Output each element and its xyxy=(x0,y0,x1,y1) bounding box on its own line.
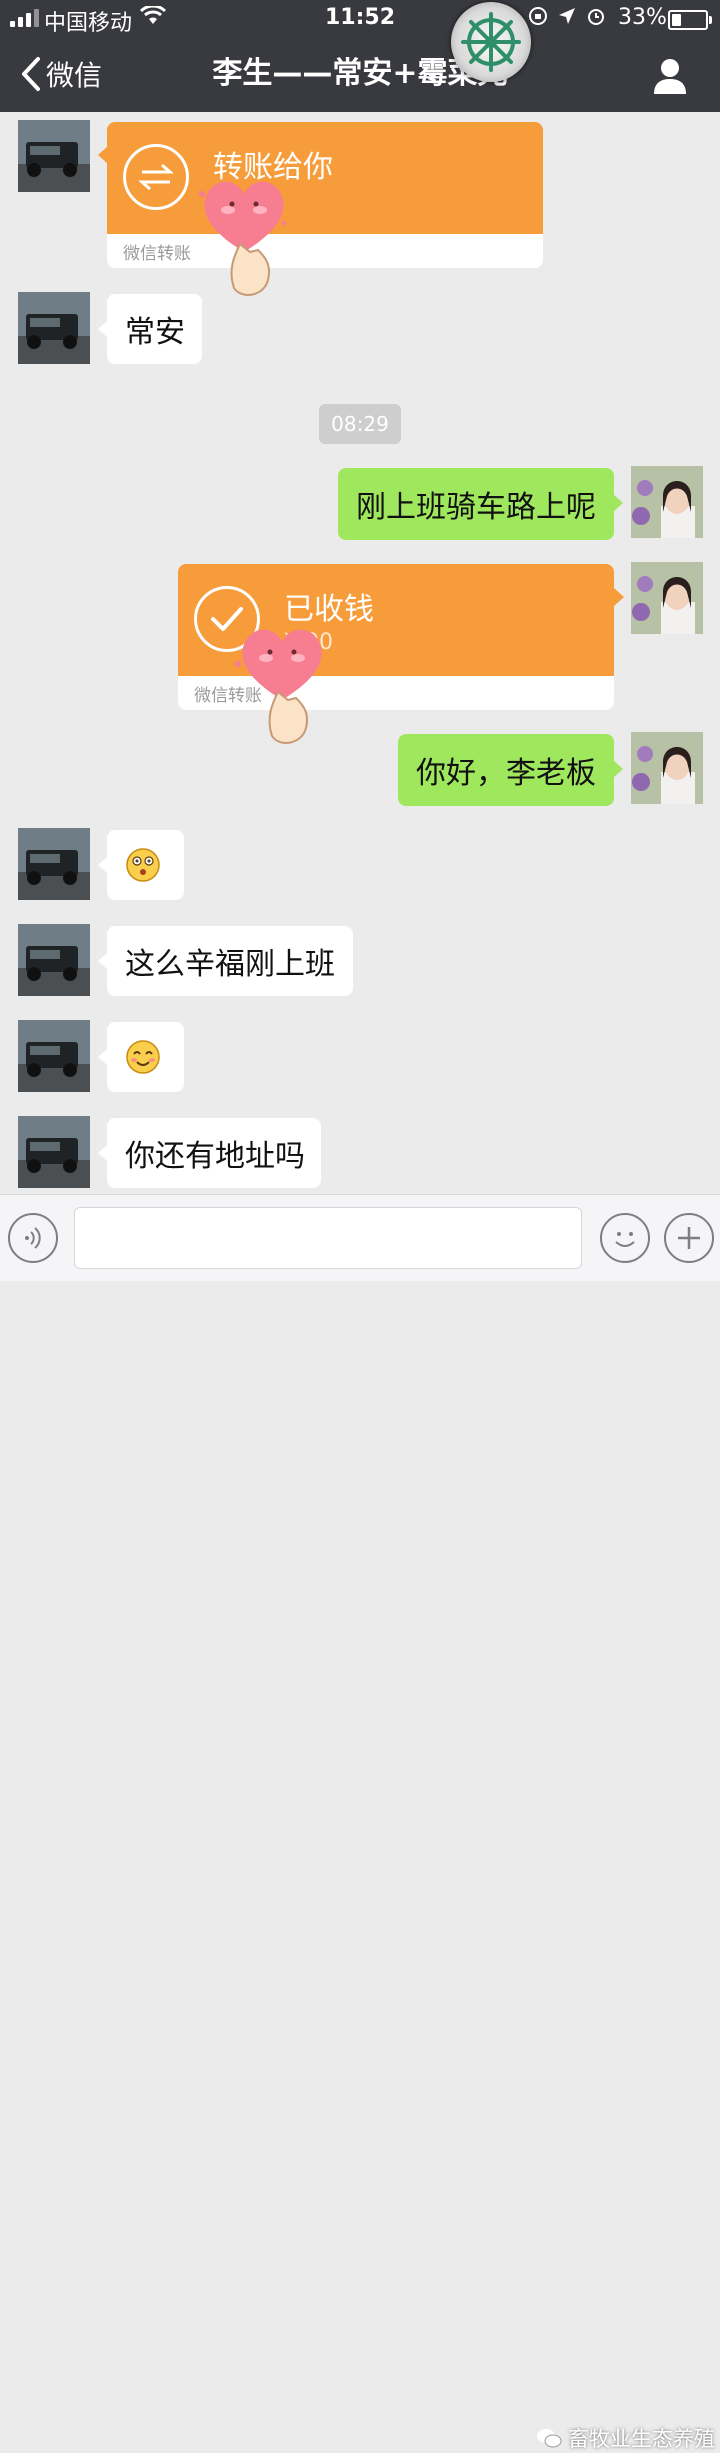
timestamp: 08:29 xyxy=(319,404,401,444)
message-bubble-incoming[interactable] xyxy=(98,830,184,900)
back-button[interactable]: 微信 xyxy=(20,52,102,96)
transfer-footer: 微信转账 xyxy=(123,244,191,264)
contact-avatar[interactable] xyxy=(18,292,90,364)
clock: 11:52 xyxy=(324,5,396,30)
message-text: 这么辛福刚上班 xyxy=(125,947,335,982)
top-bar: 中国移动 11:52 33% 微信 李生——常安+霉菜兄 xyxy=(0,0,720,112)
contact-avatar[interactable] xyxy=(18,828,90,900)
status-icons xyxy=(528,6,606,26)
contact-avatar[interactable] xyxy=(18,924,90,996)
message-text: 你好，李老板 xyxy=(416,756,596,791)
watermark-text: 畜牧业生态养殖 xyxy=(568,2427,715,2451)
message-text: 常安 xyxy=(125,315,185,350)
transfer-card-received[interactable]: 转账给你 微信转账 xyxy=(107,122,543,268)
location-icon xyxy=(559,8,575,24)
transfer-arrows-icon xyxy=(123,144,189,210)
smiling-face-emoji-icon xyxy=(126,1040,160,1074)
ship-wheel-icon xyxy=(461,12,521,72)
chat-info-button[interactable] xyxy=(648,54,692,98)
battery-icon xyxy=(668,10,712,30)
contact-avatar[interactable] xyxy=(18,1020,90,1092)
my-avatar[interactable] xyxy=(631,562,703,634)
floating-assistive-button[interactable] xyxy=(451,2,531,82)
plus-icon xyxy=(678,1227,700,1249)
alarm-icon xyxy=(588,9,604,25)
message-text: 你还有地址吗 xyxy=(125,1139,305,1174)
smiley-icon xyxy=(615,1232,635,1247)
chevron-left-icon xyxy=(22,57,40,91)
message-bubble-outgoing[interactable]: 你好，李老板 xyxy=(398,734,623,806)
message-bubble-outgoing[interactable]: 刚上班骑车路上呢 xyxy=(338,468,623,540)
my-avatar[interactable] xyxy=(631,732,703,804)
message-bubble-incoming[interactable]: 常安 xyxy=(98,294,202,364)
rotation-lock-icon xyxy=(529,7,547,25)
more-button[interactable] xyxy=(664,1213,714,1263)
message-bubble-incoming[interactable] xyxy=(98,1022,184,1092)
my-avatar[interactable] xyxy=(631,466,703,538)
emoji-button[interactable] xyxy=(600,1213,650,1263)
message-bubble-incoming[interactable]: 这么辛福刚上班 xyxy=(98,926,353,996)
status-bar: 中国移动 11:52 33% xyxy=(0,0,720,36)
voice-icon xyxy=(25,1227,41,1249)
back-label: 微信 xyxy=(46,59,103,92)
message-bubble-incoming[interactable]: 你还有地址吗 xyxy=(98,1118,321,1188)
battery-percent: 33% xyxy=(618,5,667,30)
heart-hand-sticker xyxy=(234,629,322,744)
chat-area[interactable]: 转账给你 微信转账 常安 08:29 刚上班骑车路上呢 已收钱 ¥.00 微信转… xyxy=(0,112,720,1194)
watermark: 畜牧业生态养殖 xyxy=(536,2423,715,2453)
dizzy-face-emoji-icon xyxy=(126,848,160,882)
voice-button[interactable] xyxy=(8,1213,58,1263)
heart-hand-sticker xyxy=(198,181,287,296)
message-text: 刚上班骑车路上呢 xyxy=(356,490,596,525)
contact-avatar[interactable] xyxy=(18,1116,90,1188)
wechat-logo-icon xyxy=(537,2429,562,2448)
input-bar: 畜牧业生态养殖 xyxy=(0,1194,720,2451)
battery-fill xyxy=(672,14,681,26)
message-input[interactable] xyxy=(74,1207,582,1269)
contact-avatar[interactable] xyxy=(18,120,90,192)
